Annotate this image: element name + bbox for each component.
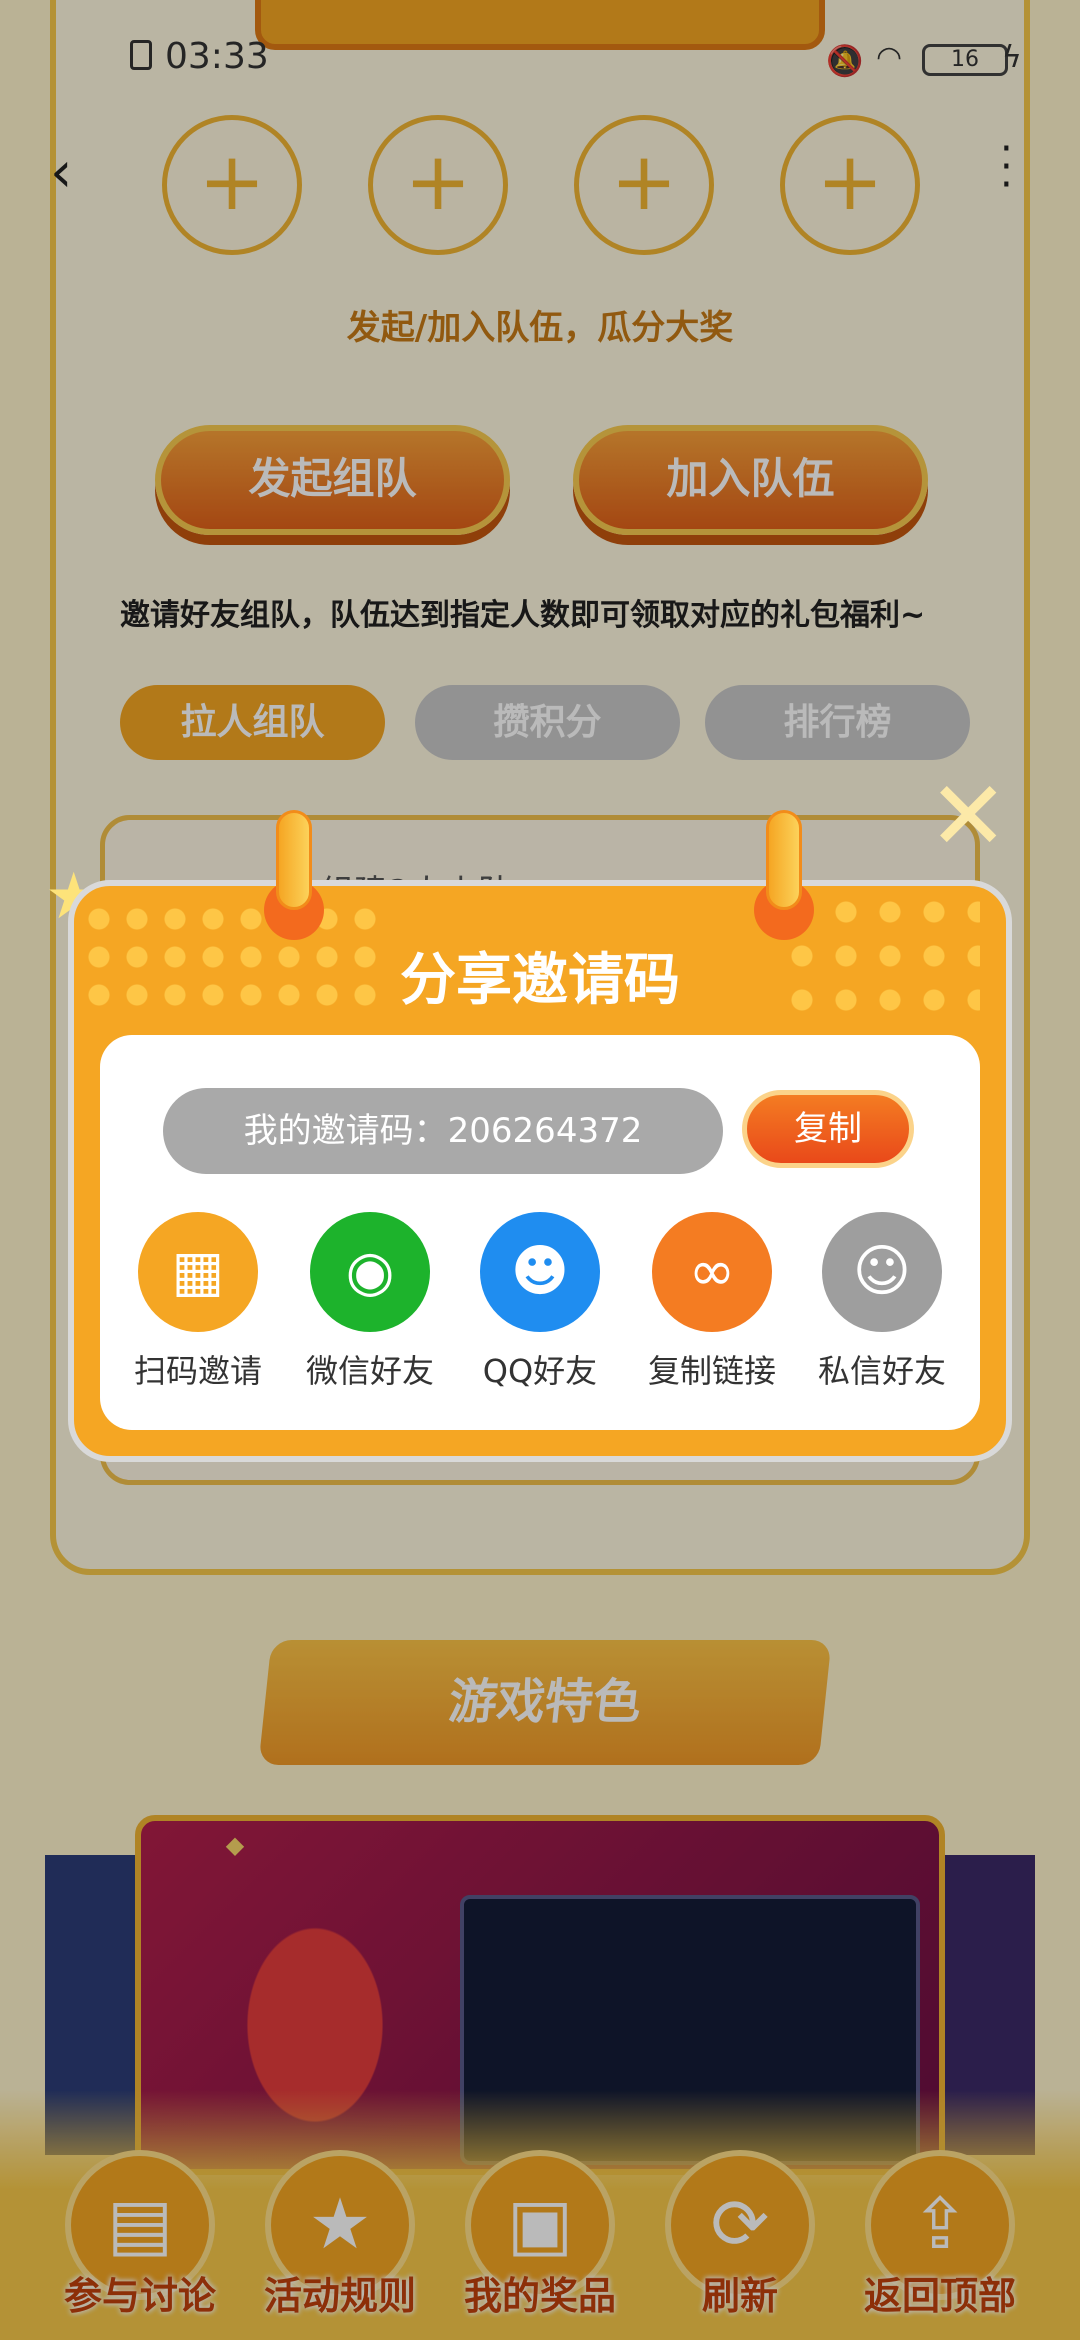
close-icon[interactable]: ✕	[928, 768, 1008, 864]
qq-icon: ☻	[480, 1212, 600, 1332]
copy-button[interactable]: 复制	[742, 1090, 914, 1168]
invite-code-field: 我的邀请码：206264372	[163, 1088, 723, 1174]
wechat-icon: ◉	[310, 1212, 430, 1332]
binder-ring-icon	[264, 810, 324, 940]
link-icon: ∞	[652, 1212, 772, 1332]
qr-code-icon: ▦	[138, 1212, 258, 1332]
contacts-icon: ☺	[822, 1212, 942, 1332]
share-option-wechat[interactable]: ◉ 微信好友	[290, 1212, 450, 1392]
binder-ring-icon	[754, 810, 814, 940]
dialog-title: 分享邀请码	[400, 948, 680, 1013]
share-option-copy-link[interactable]: ∞ 复制链接	[632, 1212, 792, 1392]
share-option-qq[interactable]: ☻ QQ好友	[460, 1212, 620, 1392]
share-option-direct-message[interactable]: ☺ 私信好友	[802, 1212, 962, 1392]
share-option-scan[interactable]: ▦ 扫码邀请	[118, 1212, 278, 1392]
